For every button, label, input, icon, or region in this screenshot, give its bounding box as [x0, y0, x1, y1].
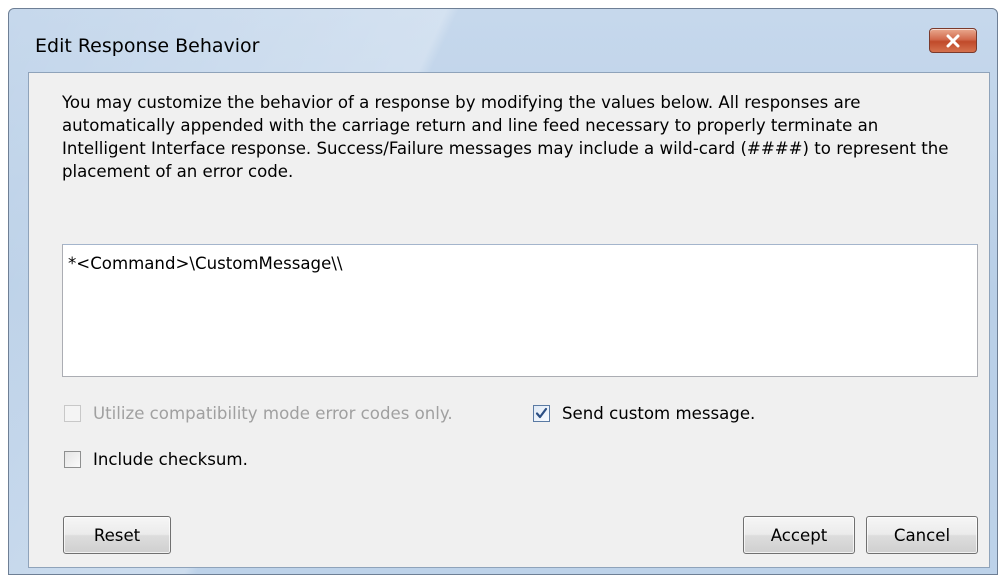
dialog-window: Edit Response Behavior You may customize… [8, 8, 998, 575]
accept-button[interactable]: Accept [743, 516, 855, 554]
dialog-content: You may customize the behavior of a resp… [28, 72, 990, 568]
checksum-option[interactable]: Include checksum. [64, 450, 248, 469]
compatibility-checkbox[interactable] [64, 405, 81, 422]
reset-button[interactable]: Reset [63, 516, 171, 554]
checksum-label: Include checksum. [93, 450, 248, 469]
send-custom-option[interactable]: Send custom message. [533, 404, 755, 423]
checkmark-icon [535, 407, 548, 419]
custom-message-input[interactable] [62, 244, 978, 377]
compatibility-option[interactable]: Utilize compatibility mode error codes o… [64, 404, 453, 423]
compatibility-label: Utilize compatibility mode error codes o… [93, 404, 453, 423]
description-text: You may customize the behavior of a resp… [62, 93, 949, 181]
close-button[interactable] [929, 28, 977, 53]
window-title: Edit Response Behavior [35, 35, 260, 57]
checksum-checkbox[interactable] [64, 451, 81, 468]
title-bar[interactable]: Edit Response Behavior [9, 9, 997, 71]
send-custom-checkbox[interactable] [533, 405, 550, 422]
cancel-button[interactable]: Cancel [866, 516, 978, 554]
close-icon [946, 34, 960, 47]
send-custom-label: Send custom message. [562, 404, 756, 423]
